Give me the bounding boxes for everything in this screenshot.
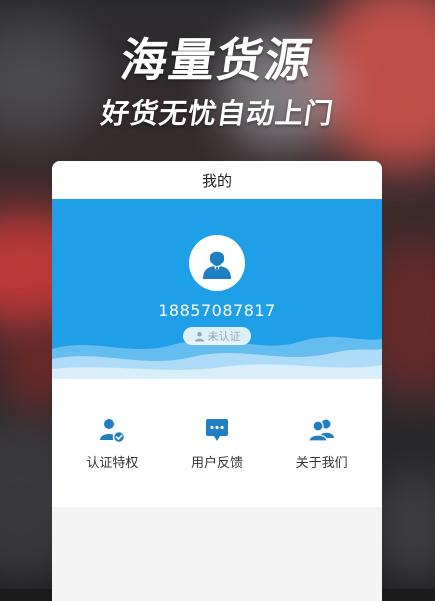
- about-us-button[interactable]: 关于我们: [272, 416, 372, 471]
- action-grid: 认证特权 用户反馈 关于我们: [52, 379, 382, 507]
- empty-content-area: [52, 507, 382, 601]
- screen-title-bar: 我的: [52, 161, 382, 199]
- verify-status-badge[interactable]: 未认证: [183, 327, 251, 345]
- screen-title: 我的: [201, 171, 232, 190]
- profile-phone-number: 18857087817: [158, 301, 276, 320]
- profile-header: 18857087817 未认证: [52, 199, 382, 379]
- users-icon: [308, 416, 336, 444]
- phone-screen: 我的 18857087817 未认证 认证特权 用户反馈 关于我们: [52, 161, 382, 601]
- certification-privileges-button[interactable]: 认证特权: [62, 416, 162, 471]
- user-feedback-label: 用户反馈: [190, 455, 243, 471]
- user-feedback-button[interactable]: 用户反馈: [167, 416, 267, 471]
- promo-subline: 好货无忧自动上门: [98, 97, 336, 130]
- avatar-person-icon: [203, 251, 231, 279]
- avatar[interactable]: [189, 235, 245, 291]
- user-verified-icon: [98, 416, 126, 444]
- promo-headline: 海量货源: [117, 33, 317, 87]
- certification-privileges-label: 认证特权: [86, 455, 139, 471]
- verify-status-label: 未认证: [207, 330, 241, 343]
- about-us-label: 关于我们: [295, 455, 348, 471]
- user-icon: [194, 331, 204, 342]
- chat-bubble-icon: [203, 416, 231, 444]
